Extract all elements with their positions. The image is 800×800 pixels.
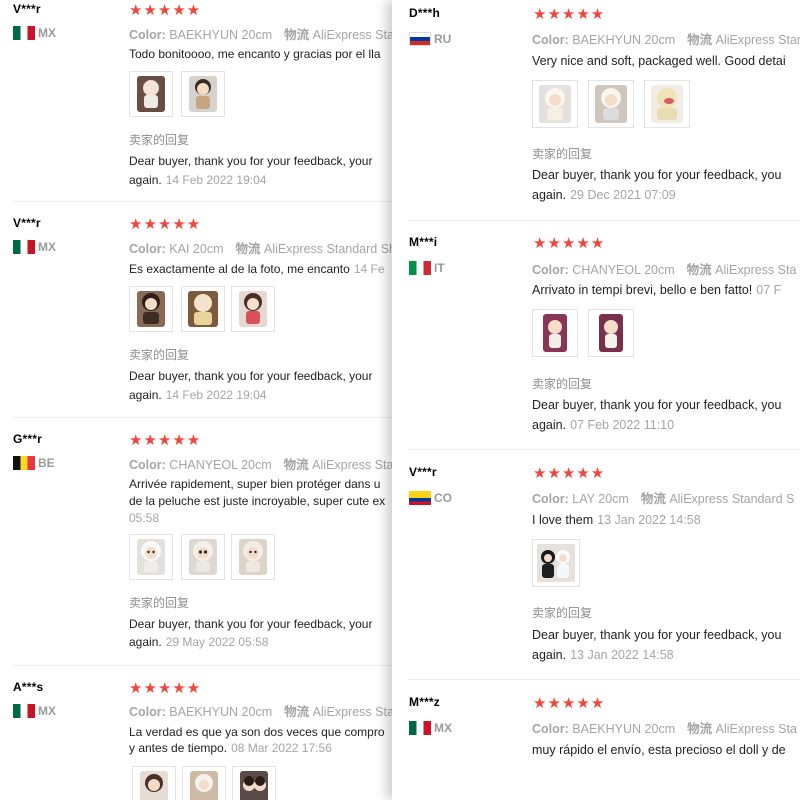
star-rating: ★★★★★ bbox=[533, 465, 606, 482]
review-photo[interactable] bbox=[232, 766, 276, 800]
review-text: Arrivée rapidement, super bien protéger … bbox=[129, 477, 381, 491]
reviewer-country: MX bbox=[13, 26, 56, 40]
right-review-list: D***h RU ★★★★★ Color: BAEKHYUN 20cm 物流 Al… bbox=[392, 0, 800, 800]
reviewer-country: MX bbox=[409, 721, 452, 735]
reviewer-country: CO bbox=[409, 491, 452, 505]
seller-reply-text-end: again. 14 Feb 2022 19:04 bbox=[129, 388, 267, 402]
sku-info: Color: KAI 20cm 物流 AliExpress Standard Sh… bbox=[129, 242, 392, 256]
flag-colombia-icon bbox=[409, 491, 431, 505]
star-rating: ★★★★★ bbox=[129, 432, 202, 449]
sku-info: Color: BAEKHYUN 20cm物流 AliExpress Standa bbox=[129, 28, 392, 42]
seller-reply-text-end: again. 29 May 2022 05:58 bbox=[129, 635, 269, 649]
flag-belgium-icon bbox=[13, 456, 35, 470]
seller-reply-text-end: again. 14 Feb 2022 19:04 bbox=[129, 173, 267, 187]
divider bbox=[409, 449, 800, 450]
seller-reply-label: 卖家的回复 bbox=[129, 596, 190, 610]
review-text: muy rápido el envío, esta precioso el do… bbox=[532, 743, 786, 757]
review-text: Very nice and soft, packaged well. Good … bbox=[532, 54, 786, 68]
reviewer-name: G***r bbox=[13, 432, 43, 446]
review-photo[interactable] bbox=[129, 534, 173, 580]
review-photo[interactable] bbox=[129, 71, 173, 117]
review-photo[interactable] bbox=[532, 309, 578, 357]
seller-reply-text-end: again. 07 Feb 2022 11:10 bbox=[532, 418, 675, 432]
reviewer-name: M***i bbox=[409, 235, 438, 249]
review-photo[interactable] bbox=[181, 534, 225, 580]
reviewer-country: RU bbox=[409, 32, 451, 46]
seller-reply-text: Dear buyer, thank you for your feedback,… bbox=[129, 369, 373, 383]
seller-reply-label: 卖家的回复 bbox=[532, 377, 593, 391]
reviewer-name: M***z bbox=[409, 695, 441, 709]
sku-info: Color: BAEKHYUN 20cm物流 AliExpress Stand bbox=[532, 33, 800, 47]
review-photo[interactable] bbox=[181, 71, 225, 117]
star-rating: ★★★★★ bbox=[533, 695, 606, 712]
reviewer-country: IT bbox=[409, 261, 445, 275]
review-text: La verdad es que ya son dos veces que co… bbox=[129, 725, 385, 739]
review-photo[interactable] bbox=[129, 286, 173, 332]
review-photo[interactable] bbox=[644, 80, 690, 128]
seller-reply-text: Dear buyer, thank you for your feedback,… bbox=[532, 398, 782, 412]
sku-info: Color: LAY 20cm 物流 AliExpress Standard S bbox=[532, 492, 795, 506]
seller-reply-text: Dear buyer, thank you for your feedback,… bbox=[129, 617, 373, 631]
reviewer-name: A***s bbox=[13, 680, 44, 694]
reviewer-name: V***r bbox=[13, 216, 41, 230]
review-photo[interactable] bbox=[532, 539, 580, 587]
seller-reply-text-end: again. 13 Jan 2022 14:58 bbox=[532, 648, 674, 662]
review-text: de la peluche est juste incroyable, supe… bbox=[129, 494, 386, 508]
review-text: y antes de tiempo. 08 Mar 2022 17:56 bbox=[129, 741, 332, 755]
seller-reply-text-end: again. 29 Dec 2021 07:09 bbox=[532, 188, 676, 202]
review-photo[interactable] bbox=[532, 80, 578, 128]
reviewer-country: MX bbox=[13, 240, 56, 254]
reviewer-name: D***h bbox=[409, 6, 441, 20]
seller-reply-label: 卖家的回复 bbox=[129, 133, 190, 147]
sku-info: Color: BAEKHYUN 20cm物流 AliExpress Stanc bbox=[129, 705, 392, 719]
reviewer-name: V***r bbox=[13, 2, 41, 16]
review-photo[interactable] bbox=[231, 286, 275, 332]
seller-reply-text: Dear buyer, thank you for your feedback,… bbox=[532, 168, 782, 182]
star-rating: ★★★★★ bbox=[129, 2, 202, 19]
review-photo[interactable] bbox=[132, 766, 176, 800]
star-rating: ★★★★★ bbox=[533, 6, 606, 23]
reviewer-country: BE bbox=[13, 456, 55, 470]
divider bbox=[409, 220, 800, 221]
review-photo[interactable] bbox=[588, 309, 634, 357]
divider bbox=[13, 417, 392, 418]
review-text: Es exactamente al de la foto, me encanto… bbox=[129, 262, 385, 276]
sku-info: Color: CHANYEOL 20cm物流 AliExpress Stanc bbox=[129, 458, 392, 472]
flag-mexico-icon bbox=[13, 26, 35, 40]
seller-reply-label: 卖家的回复 bbox=[532, 606, 593, 620]
reviewer-country: MX bbox=[13, 704, 56, 718]
flag-russia-icon bbox=[409, 32, 431, 46]
left-review-list: V***r MX ★★★★★ Color: BAEKHYUN 20cm 物流 Al… bbox=[0, 0, 392, 800]
review-photo[interactable] bbox=[181, 286, 225, 332]
divider bbox=[13, 665, 392, 666]
flag-mexico-icon bbox=[13, 704, 35, 718]
star-rating: ★★★★★ bbox=[533, 235, 606, 252]
review-text: Todo bonitoooo, me encanto y gracias por… bbox=[129, 47, 381, 61]
flag-mexico-icon bbox=[13, 240, 35, 254]
star-rating: ★★★★★ bbox=[129, 216, 202, 233]
seller-reply-text: Dear buyer, thank you for your feedback,… bbox=[532, 628, 782, 642]
sku-info: Color: CHANYEOL 20cm 物流 AliExpress Sta bbox=[532, 263, 797, 277]
flag-mexico-icon bbox=[409, 721, 431, 735]
divider bbox=[409, 679, 800, 680]
review-photo[interactable] bbox=[231, 534, 275, 580]
star-rating: ★★★★★ bbox=[129, 680, 202, 697]
seller-reply-label: 卖家的回复 bbox=[532, 147, 593, 161]
seller-reply-text: Dear buyer, thank you for your feedback,… bbox=[129, 154, 373, 168]
reviewer-name: V***r bbox=[409, 465, 437, 479]
sku-info: Color: BAEKHYUN 20cm 物流 AliExpress Sta bbox=[532, 722, 797, 736]
divider bbox=[13, 201, 392, 202]
seller-reply-label: 卖家的回复 bbox=[129, 348, 190, 362]
review-date: 05:58 bbox=[129, 511, 160, 525]
review-photo[interactable] bbox=[588, 80, 634, 128]
review-text: I love them 13 Jan 2022 14:58 bbox=[532, 513, 701, 527]
review-text: Arrivato in tempi brevi, bello e ben fat… bbox=[532, 283, 782, 297]
flag-italy-icon bbox=[409, 261, 431, 275]
review-photo[interactable] bbox=[182, 766, 226, 800]
